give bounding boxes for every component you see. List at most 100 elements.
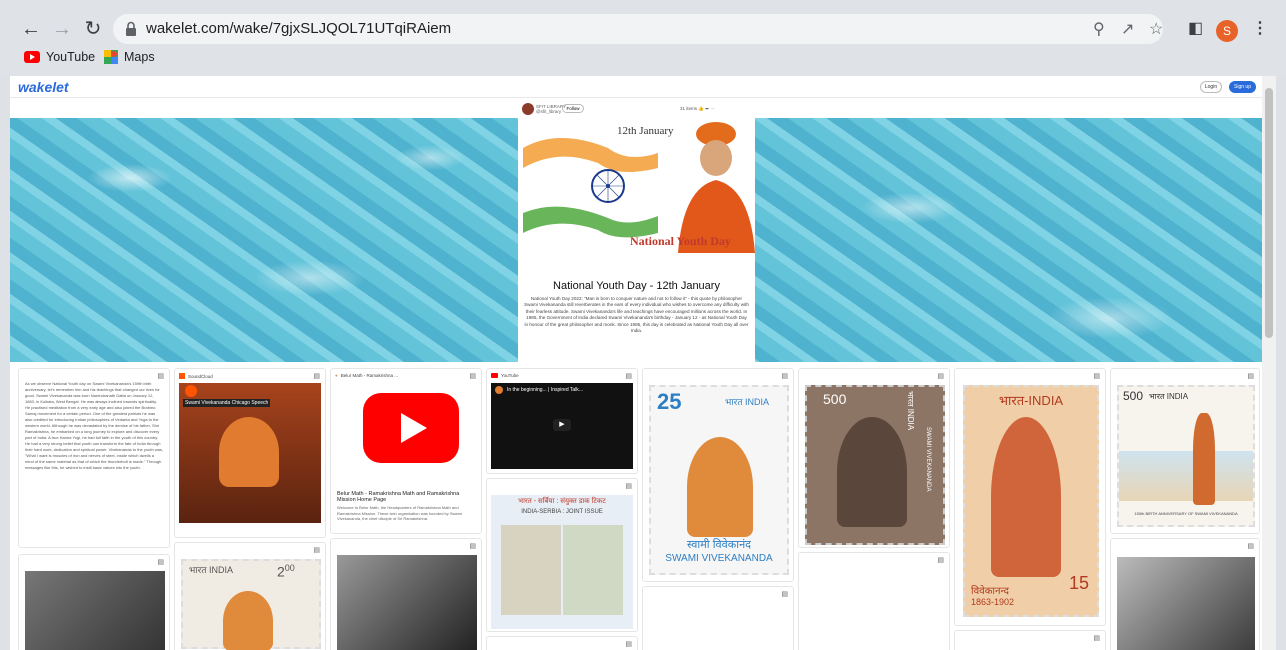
youtube-video-player[interactable]: In the beginning... | Inspired Talk... ▶ [491, 383, 633, 469]
photo-tile[interactable]: ▤ [798, 552, 950, 650]
share-icon[interactable]: ↗ [1121, 19, 1134, 39]
omnibox[interactable]: wakelet.com/wake/7gjxSLJQOL71UTqiRAiem ⚲… [113, 14, 1163, 44]
share-icon[interactable]: ➦ [705, 106, 709, 111]
item-menu-icon[interactable]: ▤ [1093, 372, 1100, 380]
wakelet-logo[interactable]: wakelet [18, 79, 69, 95]
stamp-tile[interactable]: ▤ भारत INDIA 200 [174, 542, 326, 650]
follow-button[interactable]: Follow [562, 104, 584, 113]
menu-kebab-icon[interactable]: ⋮ [1252, 18, 1268, 38]
profile-avatar[interactable]: S [1216, 20, 1238, 42]
item-menu-icon[interactable]: ▤ [1093, 634, 1100, 642]
collection-stats: 31 items 👍 ➦ ⋯ [680, 106, 715, 112]
item-menu-icon[interactable]: ▤ [469, 542, 476, 550]
item-menu-icon[interactable]: ▤ [937, 372, 944, 380]
more-options-icon[interactable]: ⋯ [710, 106, 715, 111]
stamp-value-main: 2 [277, 563, 285, 580]
source-label: SoundCloud [188, 373, 213, 379]
link-title[interactable]: Belur Math - Ramakrishna Math and Ramakr… [337, 491, 477, 503]
serbia-stamp-tile[interactable]: ▤ भारत - सर्बिया : संयुक्त डाक टिकट INDI… [486, 478, 638, 632]
photo-tile[interactable]: ▤ [330, 538, 482, 650]
stamp-tile[interactable]: ▤ 500 भारत INDIA 150th BIRTH ANNIVERSARY… [1110, 368, 1260, 534]
photo-tile[interactable]: ▤ [642, 586, 794, 650]
channel-avatar [495, 386, 503, 394]
stamp-tile[interactable]: ▤ 25 भारत INDIA स्वामी विवेकानंद SWAMI V… [642, 368, 794, 582]
bookmark-maps[interactable]: Maps [104, 50, 155, 64]
stamp-tile[interactable]: ▤ भारत-INDIA विवेकानन्द 1863-1902 15 [954, 368, 1106, 626]
soundcloud-artwork: Swami Vivekananda Chicago Speech [179, 383, 321, 523]
owner-avatar[interactable] [522, 103, 534, 115]
signup-button[interactable]: Sign up [1229, 81, 1256, 93]
text-item-tile[interactable]: ▤ As we observe National Youth day on Sw… [18, 368, 170, 548]
login-button[interactable]: Login [1200, 81, 1222, 93]
bookmarks-bar: YouTube Maps [0, 50, 1286, 72]
national-youth-day-graphic [523, 122, 755, 253]
stamp-name: SWAMI VIVEKANANDA [925, 427, 931, 492]
bookmark-youtube[interactable]: YouTube [24, 50, 95, 64]
item-menu-icon[interactable]: ▤ [313, 546, 320, 554]
source-label: YouTube [501, 373, 519, 378]
bookmark-label: YouTube [46, 50, 96, 64]
photo-image [1117, 557, 1255, 650]
more-tile[interactable]: ▤ [486, 636, 638, 650]
url-text[interactable]: wakelet.com/wake/7gjxSLJQOL71UTqiRAiem [146, 20, 451, 37]
tile-source: ● Belur Math - Ramakrishna ... [335, 373, 398, 378]
bookmark-star-icon[interactable]: ☆ [1149, 19, 1163, 39]
collection-title: National Youth Day - 12th January [553, 280, 720, 292]
forward-button[interactable]: → [49, 16, 75, 42]
sheet-header: भारत - सर्बिया : संयुक्त डाक टिकट [518, 498, 606, 505]
stamp-value: 15 [1069, 573, 1090, 593]
stamp-country: भारत INDIA [725, 397, 769, 407]
photo-image [25, 571, 165, 650]
belur-math-tile[interactable]: ● Belur Math - Ramakrishna ... ▤ Belur Ma… [330, 368, 482, 534]
back-button[interactable]: ← [18, 16, 44, 42]
like-icon[interactable]: 👍 [698, 106, 704, 111]
page-scrollbar[interactable] [1262, 76, 1276, 650]
sheet-subheader: INDIA-SERBIA : JOINT ISSUE [521, 509, 603, 515]
stamp-country: भारत INDIA [906, 391, 915, 431]
photo-tile[interactable]: ▤ [1110, 538, 1260, 650]
stamp-image: 25 भारत INDIA स्वामी विवेकानंद SWAMI VIV… [649, 385, 789, 575]
item-menu-icon[interactable]: ▤ [157, 558, 164, 566]
portrait-figure [219, 417, 279, 487]
item-menu-icon[interactable]: ▤ [625, 372, 632, 380]
youtube-tile[interactable]: YouTube ▤ In the beginning... | Inspired… [486, 368, 638, 474]
item-menu-icon[interactable]: ▤ [625, 640, 632, 648]
stamp-tile[interactable]: ▤ 500 भारत INDIA SWAMI VIVEKANANDA [798, 368, 950, 548]
item-menu-icon[interactable]: ▤ [625, 482, 632, 490]
side-panel-icon[interactable]: ◧ [1188, 18, 1203, 38]
reload-button[interactable]: ↻ [80, 16, 106, 42]
play-button-icon[interactable]: ▶ [553, 419, 571, 431]
stamp-caption: 150th BIRTH ANNIVERSARY OF SWAMI VIVEKAN… [1134, 511, 1238, 516]
item-menu-icon[interactable]: ▤ [1247, 542, 1254, 550]
item-menu-icon[interactable]: ▤ [781, 372, 788, 380]
item-menu-icon[interactable]: ▤ [469, 372, 476, 380]
scrollbar-thumb[interactable] [1265, 88, 1273, 338]
source-label: Belur Math - Ramakrishna ... [340, 373, 398, 378]
stamp-name-hindi: स्वामी विवेकानंद [686, 539, 752, 551]
stamp-image: 500 भारत INDIA SWAMI VIVEKANANDA [805, 385, 945, 545]
item-menu-icon[interactable]: ▤ [937, 556, 944, 564]
stamp-figure [991, 417, 1061, 577]
stamp-landscape [1119, 451, 1253, 501]
tile-source: SoundCloud [179, 373, 213, 379]
zoom-icon[interactable]: ⚲ [1093, 19, 1105, 39]
play-icon[interactable] [185, 385, 197, 397]
stamp-image: भारत INDIA 200 [181, 559, 321, 650]
collection-description: National Youth Day 2022: "Man is born to… [524, 296, 749, 334]
item-menu-icon[interactable]: ▤ [1247, 372, 1254, 380]
item-menu-icon[interactable]: ▤ [157, 372, 164, 380]
photo-tile[interactable]: ▤ [954, 630, 1106, 650]
stamp-name-hindi: विवेकानन्द [971, 586, 1009, 597]
stamp-figure [837, 417, 907, 527]
collection-card: SFIT LIBRARY @sfit_library Follow 31 ite… [518, 100, 755, 362]
stamp-image: 500 भारत INDIA 150th BIRTH ANNIVERSARY O… [1117, 385, 1255, 527]
item-menu-icon[interactable]: ▤ [313, 372, 320, 380]
soundcloud-tile[interactable]: SoundCloud ▤ Swami Vivekananda Chicago S… [174, 368, 326, 538]
photo-image [337, 555, 477, 650]
photo-tile[interactable]: ▤ [18, 554, 170, 650]
item-menu-icon[interactable]: ▤ [781, 590, 788, 598]
page-viewport: wakelet Login Sign up SFIT LIBRARY @sfit… [10, 76, 1276, 650]
image-date-text: 12th January [617, 125, 674, 137]
soundcloud-track-title: Swami Vivekananda Chicago Speech [183, 399, 271, 407]
stamp-figure [687, 437, 753, 537]
